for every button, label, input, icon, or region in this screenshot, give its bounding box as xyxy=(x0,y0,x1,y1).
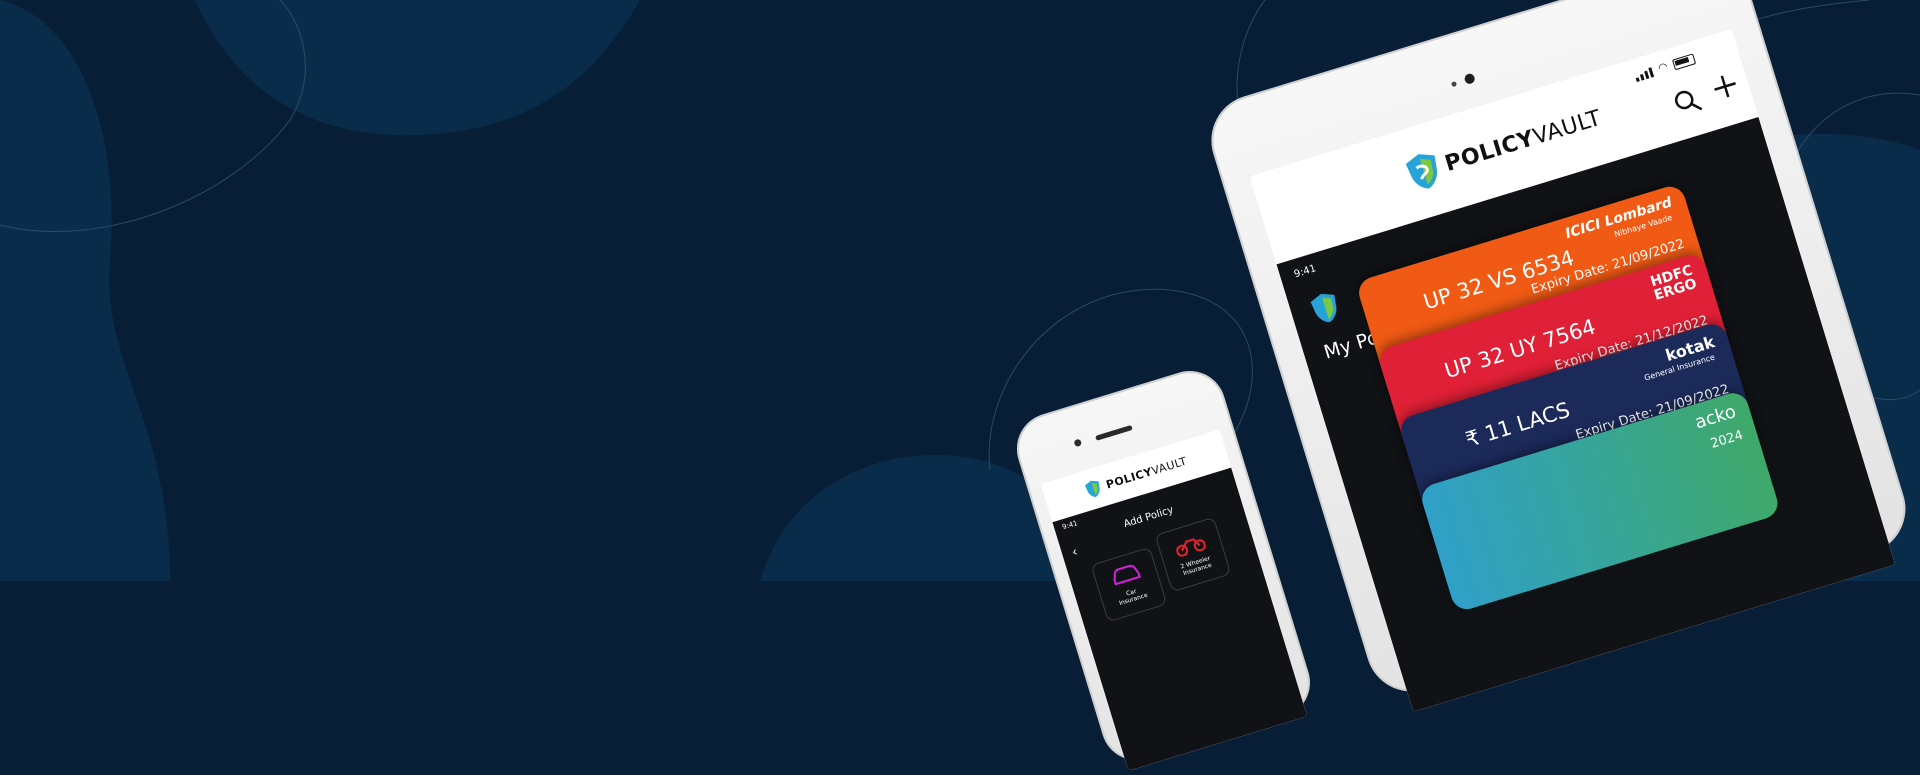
expiry-date: 2024 xyxy=(1708,427,1745,452)
shield-logo-icon xyxy=(1310,293,1337,323)
insurer-logo: acko xyxy=(1692,401,1739,434)
car-icon xyxy=(1113,564,1141,586)
option-two-wheeler-insurance[interactable]: 2 Wheeler Insurance xyxy=(1154,516,1232,593)
motorcycle-icon xyxy=(1176,538,1206,557)
wifi-icon: ◠ xyxy=(1656,59,1670,75)
blob-top xyxy=(195,0,640,136)
insurer-logo: HDFC ERGO xyxy=(1648,262,1699,304)
status-icons: ◠ xyxy=(1633,51,1697,82)
option-car-insurance[interactable]: Car Insurance xyxy=(1090,546,1168,623)
option-label: Car Insurance xyxy=(1118,587,1149,608)
brand-bold: POLICY xyxy=(1441,125,1538,177)
brand-light: VAULT xyxy=(1530,105,1605,150)
brand-bold: POLICY xyxy=(1104,464,1154,492)
shield-logo-icon xyxy=(1405,154,1437,189)
brand-light: VAULT xyxy=(1149,454,1189,478)
shield-logo-icon xyxy=(1084,480,1100,498)
sum-insured: ₹ 11 LACS xyxy=(1462,397,1573,453)
time: 9:41 xyxy=(1061,519,1079,532)
signal-icon xyxy=(1634,67,1655,82)
time: 9:41 xyxy=(1292,263,1318,281)
back-icon[interactable]: ‹ xyxy=(1070,545,1079,561)
battery-icon xyxy=(1671,53,1697,71)
blob-left xyxy=(0,0,170,581)
